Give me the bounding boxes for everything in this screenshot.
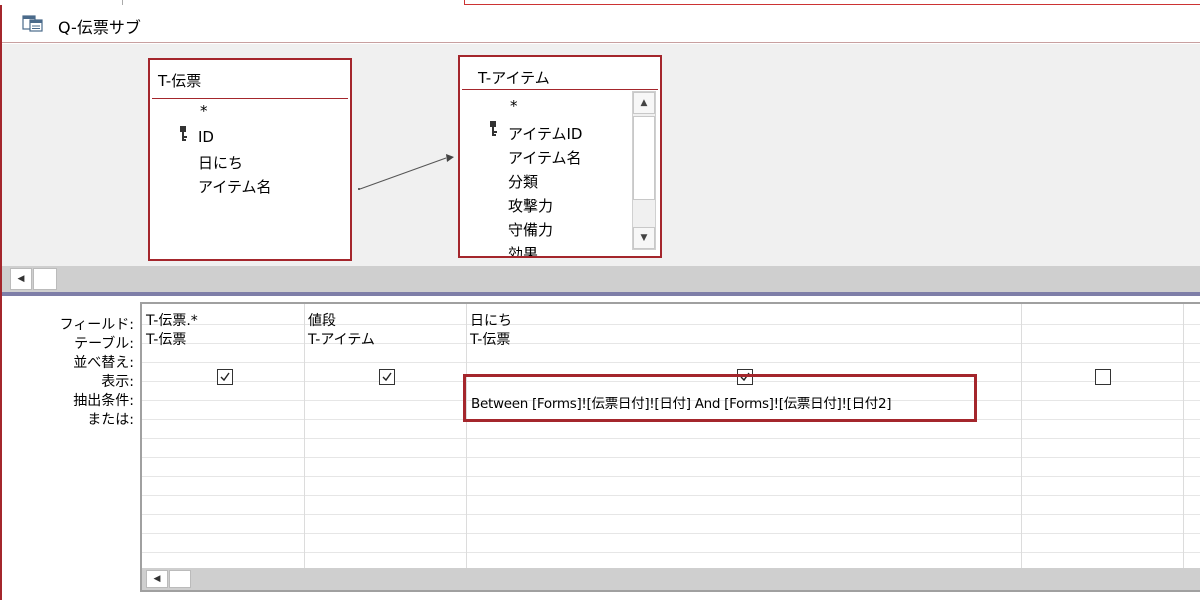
scrollbar-thumb[interactable] — [33, 268, 57, 290]
col1-field[interactable]: T-伝票.* — [146, 310, 198, 330]
col3-field[interactable]: 日にち — [470, 310, 512, 330]
scroll-left-button[interactable]: ◀ — [146, 570, 168, 588]
row-label-criteria: 抽出条件: — [73, 393, 134, 409]
col1-show-checkbox[interactable] — [217, 369, 233, 385]
table-slip[interactable]: T-伝票 * ID 日にち アイテム名 — [148, 58, 352, 261]
table-slip-title: T-伝票 — [158, 72, 202, 90]
upper-horizontal-scrollbar[interactable]: ◀ — [2, 266, 1200, 292]
table-slip-field-id[interactable]: ID — [198, 128, 214, 146]
table-relationship-pane: T-伝票 * ID 日にち アイテム名 T-アイテム * アイテムID アイテム… — [2, 44, 1200, 266]
document-tab[interactable]: Q-伝票サブ — [2, 5, 1200, 43]
table-item-field-attack[interactable]: 攻撃力 — [508, 195, 553, 216]
row-label-show: 表示: — [101, 374, 134, 390]
table-item-field-item-id[interactable]: アイテムID — [508, 123, 582, 144]
primary-key-icon — [178, 126, 188, 142]
table-item-title: T-アイテム — [478, 69, 550, 87]
table-item[interactable]: T-アイテム * アイテムID アイテム名 分類 攻撃力 守備力 効果 ▲ ▼ — [458, 55, 662, 258]
query-design-window: Q-伝票サブ T-伝票 * ID 日にち アイテム名 T-アイテム * アイテム… — [0, 5, 1200, 600]
table-item-field-effect[interactable]: 効果 — [508, 243, 538, 256]
scroll-left-button[interactable]: ◀ — [10, 268, 32, 290]
table-item-field-category[interactable]: 分類 — [508, 171, 538, 192]
grid-horizontal-scrollbar[interactable]: ◀ — [142, 568, 1200, 590]
row-label-field: フィールド: — [59, 317, 134, 333]
table-slip-field-date[interactable]: 日にち — [198, 152, 243, 173]
design-grid-pane: フィールド: テーブル: 並べ替え: 表示: 抽出条件: または: T-伝票.*… — [2, 296, 1200, 600]
col1-table[interactable]: T-伝票 — [146, 329, 186, 349]
table-item-field-item-name[interactable]: アイテム名 — [508, 147, 582, 168]
col3-table[interactable]: T-伝票 — [470, 329, 510, 349]
relationship-join-line[interactable] — [354, 144, 460, 196]
query-icon — [22, 14, 44, 32]
col3-criteria[interactable]: Between [Forms]![伝票日付]![日付] And [Forms]!… — [471, 392, 892, 412]
scroll-up-button[interactable]: ▲ — [633, 92, 655, 114]
tab-title: Q-伝票サブ — [58, 18, 141, 37]
table-item-scrollbar[interactable]: ▲ ▼ — [632, 91, 656, 250]
col2-show-checkbox[interactable] — [379, 369, 395, 385]
col2-table[interactable]: T-アイテム — [308, 329, 375, 349]
scrollbar-thumb[interactable] — [633, 116, 655, 200]
row-label-sort: 並べ替え: — [73, 355, 134, 371]
row-label-table: テーブル: — [74, 336, 134, 352]
table-item-field-all[interactable]: * — [510, 97, 518, 115]
table-slip-field-item-name[interactable]: アイテム名 — [198, 176, 272, 197]
col4-show-checkbox[interactable] — [1095, 369, 1111, 385]
table-item-field-defense[interactable]: 守備力 — [508, 219, 553, 240]
primary-key-icon — [488, 121, 498, 137]
col2-field[interactable]: 値段 — [308, 310, 336, 330]
query-design-grid: T-伝票.* T-伝票 値段 T-アイテム 日にち T-伝票 Between [… — [140, 302, 1200, 592]
table-slip-field-all[interactable]: * — [200, 102, 208, 120]
row-label-or: または: — [87, 412, 134, 428]
scroll-down-button[interactable]: ▼ — [633, 227, 655, 249]
scrollbar-thumb[interactable] — [169, 570, 191, 588]
